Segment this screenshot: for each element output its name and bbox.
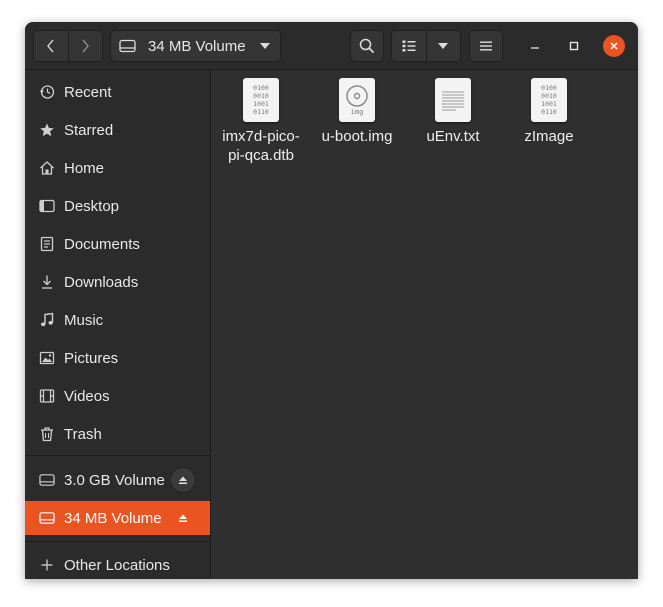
file-item[interactable]: img u-boot.img xyxy=(309,78,405,146)
sidebar-item-recent[interactable]: Recent xyxy=(25,75,210,109)
sidebar-item-home[interactable]: Home xyxy=(25,151,210,185)
star-icon xyxy=(39,122,55,138)
eject-icon xyxy=(179,476,187,484)
sidebar-item-desktop[interactable]: Desktop xyxy=(25,189,210,223)
binary-line: 0100 xyxy=(253,84,269,92)
sidebar-item-label: Trash xyxy=(64,425,102,443)
picture-icon xyxy=(39,350,55,366)
file-item[interactable]: 0100 0010 1001 0110 imx7d-pico-pi-qca.dt… xyxy=(213,78,309,165)
desktop-icon xyxy=(39,198,55,214)
sidebar-item-videos[interactable]: Videos xyxy=(25,379,210,413)
sidebar-item-trash[interactable]: Trash xyxy=(25,417,210,451)
sidebar-item-label: Downloads xyxy=(64,273,139,291)
minimize-icon xyxy=(531,47,539,49)
drive-icon xyxy=(119,39,136,53)
document-icon xyxy=(39,236,55,252)
menu-button[interactable] xyxy=(469,30,503,62)
sidebar-item-label: Home xyxy=(64,159,105,177)
sidebar-item-label: Other Locations xyxy=(64,556,170,574)
file-name: zImage xyxy=(524,128,574,145)
file-name: imx7d-pico-pi-qca.dtb xyxy=(222,128,300,164)
sidebar-item-label: Music xyxy=(64,311,104,329)
search-button[interactable] xyxy=(350,30,384,62)
view-options-button[interactable] xyxy=(425,31,461,61)
sidebar-item-starred[interactable]: Starred xyxy=(25,113,210,147)
disk-image-file-icon: img xyxy=(339,78,375,122)
sidebar-item-label: Pictures xyxy=(64,349,119,367)
binary-line: 1001 xyxy=(253,100,269,108)
navigation-buttons xyxy=(33,30,103,62)
film-icon xyxy=(39,388,55,404)
sidebar-item-label: Recent xyxy=(64,83,112,101)
sidebar-item-34mb-volume[interactable]: 34 MB Volume xyxy=(25,501,210,535)
file-type-badge: img xyxy=(350,108,364,116)
chevron-left-icon xyxy=(46,39,54,53)
sidebar-item-label: Documents xyxy=(64,235,140,253)
drive-icon xyxy=(39,510,55,526)
binary-line: 0110 xyxy=(253,108,269,116)
eject-icon xyxy=(179,514,187,522)
file-view[interactable]: 0100 0010 1001 0110 imx7d-pico-pi-qca.dt… xyxy=(211,70,638,579)
music-icon xyxy=(39,312,55,328)
file-name: uEnv.txt xyxy=(426,128,480,145)
file-manager-window: 34 MB Volume Recent Starred Home Desktop… xyxy=(25,22,638,579)
sidebar: Recent Starred Home Desktop Documents Do… xyxy=(25,70,211,579)
eject-button[interactable] xyxy=(170,467,196,493)
location-button[interactable]: 34 MB Volume xyxy=(110,30,281,62)
eject-button[interactable] xyxy=(170,505,196,531)
binary-line: 0100 xyxy=(541,84,557,92)
text-file-icon xyxy=(435,78,471,122)
disc-icon xyxy=(346,85,368,107)
trash-icon xyxy=(39,426,55,442)
plus-icon xyxy=(39,557,55,573)
clock-icon xyxy=(39,84,55,100)
sidebar-item-documents[interactable]: Documents xyxy=(25,227,210,261)
sidebar-item-other-locations[interactable]: Other Locations xyxy=(25,548,210,579)
file-name: u-boot.img xyxy=(321,128,393,145)
home-icon xyxy=(39,160,55,176)
location-label: 34 MB Volume xyxy=(148,37,246,55)
close-button[interactable] xyxy=(603,35,625,57)
binary-line: 0110 xyxy=(541,108,557,116)
sidebar-item-label: Videos xyxy=(64,387,110,405)
maximize-button[interactable] xyxy=(563,35,585,57)
search-icon xyxy=(359,38,375,54)
drive-icon xyxy=(39,472,55,488)
sidebar-item-3gb-volume[interactable]: 3.0 GB Volume xyxy=(25,463,210,497)
forward-button[interactable] xyxy=(67,31,103,61)
sidebar-item-pictures[interactable]: Pictures xyxy=(25,341,210,375)
sidebar-separator xyxy=(25,455,210,456)
close-icon xyxy=(610,42,618,50)
sidebar-item-label: 3.0 GB Volume xyxy=(64,471,165,489)
triangle-down-icon[interactable] xyxy=(259,42,271,50)
list-view-icon xyxy=(402,40,416,52)
sidebar-item-label: 34 MB Volume xyxy=(64,509,162,527)
sidebar-item-music[interactable]: Music xyxy=(25,303,210,337)
maximize-icon xyxy=(569,41,579,51)
header-bar: 34 MB Volume xyxy=(25,22,638,70)
sidebar-item-label: Desktop xyxy=(64,197,120,215)
chevron-right-icon xyxy=(82,39,90,53)
download-icon xyxy=(39,274,55,290)
binary-line: 0010 xyxy=(253,92,269,100)
sidebar-item-downloads[interactable]: Downloads xyxy=(25,265,210,299)
sidebar-item-label: Starred xyxy=(64,121,114,139)
back-button[interactable] xyxy=(34,31,68,61)
list-view-button[interactable] xyxy=(392,31,426,61)
file-item[interactable]: uEnv.txt xyxy=(405,78,501,146)
triangle-down-icon xyxy=(438,43,449,49)
view-buttons xyxy=(391,30,461,62)
binary-file-icon: 0100 0010 1001 0110 xyxy=(243,78,279,122)
binary-file-icon: 0100 0010 1001 0110 xyxy=(531,78,567,122)
hamburger-menu-icon xyxy=(480,41,492,51)
sidebar-separator xyxy=(25,541,210,542)
binary-line: 0010 xyxy=(541,92,557,100)
minimize-button[interactable] xyxy=(524,35,546,57)
binary-line: 1001 xyxy=(541,100,557,108)
file-item[interactable]: 0100 0010 1001 0110 zImage xyxy=(501,78,597,146)
